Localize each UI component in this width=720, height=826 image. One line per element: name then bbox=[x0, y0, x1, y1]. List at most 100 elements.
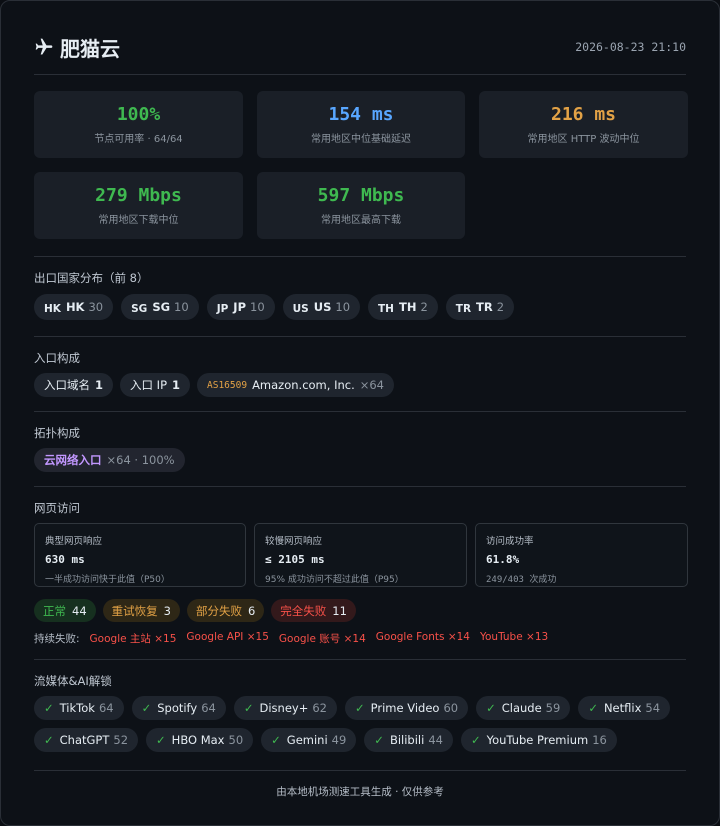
service-count: 54 bbox=[645, 701, 661, 715]
service-chip-youtube-premium: ✓ YouTube Premium 16 bbox=[460, 728, 617, 752]
web-title: 网页访问 bbox=[34, 501, 80, 515]
country-code: SG bbox=[152, 300, 171, 314]
country-chip-us: US US 10 bbox=[282, 294, 361, 320]
entry-ip-chip: 入口 IP 1 bbox=[120, 373, 191, 397]
divider bbox=[34, 411, 686, 412]
metric-value: 61.8% bbox=[486, 553, 520, 566]
check-icon: ✓ bbox=[374, 733, 384, 747]
persistent-failures-label: 持续失败: bbox=[34, 633, 80, 645]
topology-chip: 云网络入口 ×64 · 100% bbox=[34, 448, 185, 472]
failure-item: Google Fonts ×14 bbox=[375, 631, 470, 643]
status-partial: 部分失败 6 bbox=[186, 599, 265, 622]
divider bbox=[34, 770, 686, 771]
stat-value: 154 ms bbox=[328, 104, 394, 125]
status-failed: 完全失败 11 bbox=[271, 599, 356, 622]
asn-name: Amazon.com, Inc. bbox=[252, 378, 355, 392]
service-count: 44 bbox=[428, 733, 443, 747]
stat-label: 常用地区最高下载 bbox=[321, 215, 401, 226]
airplane-icon bbox=[35, 38, 53, 55]
status-label: 部分失败 bbox=[195, 603, 242, 618]
page-title: 肥猫云 bbox=[34, 33, 120, 62]
service-count: 60 bbox=[443, 701, 459, 715]
service-name: Disney+ bbox=[259, 701, 309, 715]
streaming-title: 流媒体&AI解锁 bbox=[34, 674, 112, 688]
entry-domain-label: 入口域名 bbox=[44, 378, 90, 392]
entry-ip-count: 1 bbox=[172, 378, 181, 392]
metric-key: 较慢网页响应 bbox=[265, 536, 323, 547]
metric-key: 典型网页响应 bbox=[45, 536, 103, 547]
service-name: Spotify bbox=[157, 701, 198, 715]
streaming-row-2: ✓ ChatGPT 52 ✓ HBO Max 50 ✓ Gemini 49 ✓ Bilibil… bbox=[34, 728, 686, 752]
persistent-failures: 持续失败: Google 主站 ×15 Google API ×15 Googl… bbox=[34, 631, 686, 646]
stat-http-jitter: 216 ms 常用地区 HTTP 波动中位 bbox=[479, 91, 688, 158]
service-chip-tiktok: ✓ TikTok 64 bbox=[34, 696, 124, 720]
service-chip-netflix: ✓ Netflix 54 bbox=[578, 696, 671, 720]
country-chip-hk: HK HK 30 bbox=[34, 294, 114, 320]
check-icon: ✓ bbox=[355, 701, 365, 715]
timestamp: 2026-08-23 21:10 bbox=[575, 40, 686, 54]
topology-label: 云网络入口 bbox=[44, 453, 102, 467]
stat-value: 216 ms bbox=[550, 104, 617, 125]
country-count: 2 bbox=[496, 300, 505, 314]
stat-label: 节点可用率 · 64/64 bbox=[94, 134, 183, 145]
service-name: Netflix bbox=[603, 701, 642, 715]
service-chip-prime-video: ✓ Prime Video 60 bbox=[345, 696, 469, 720]
service-chip-chatgpt: ✓ ChatGPT 52 bbox=[34, 728, 139, 752]
country-chip-sg: SG SG 10 bbox=[121, 294, 199, 320]
status-retry: 重试恢复 3 bbox=[102, 599, 180, 622]
country-code: US bbox=[313, 300, 332, 314]
country-code: HK bbox=[65, 300, 85, 314]
service-count: 52 bbox=[113, 733, 129, 747]
check-icon: ✓ bbox=[470, 733, 481, 747]
service-name: TikTok bbox=[59, 701, 95, 715]
metric-p50: 典型网页响应 630 ms 一半成功访问快于此值（P50） bbox=[34, 523, 246, 587]
divider bbox=[34, 74, 686, 75]
entry-title: 入口构成 bbox=[34, 351, 80, 365]
metric-note: 249/403 次成功 bbox=[486, 575, 557, 585]
stat-value: 597 Mbps bbox=[317, 185, 405, 206]
flag-us-icon: US bbox=[292, 302, 309, 315]
web-metric-boxes: 典型网页响应 630 ms 一半成功访问快于此值（P50） 较慢网页响应 ≤ 2… bbox=[34, 523, 688, 587]
header: 肥猫云 2026-08-23 21:10 bbox=[34, 31, 686, 63]
service-count: 50 bbox=[228, 733, 244, 747]
asn-count: ×64 bbox=[359, 378, 385, 392]
topology-detail: ×64 · 100% bbox=[106, 453, 175, 467]
service-chip-bilibili: ✓ Bilibili 44 bbox=[364, 728, 453, 752]
stat-download-max: 597 Mbps 常用地区最高下载 bbox=[257, 172, 465, 239]
status-label: 正常 bbox=[43, 603, 66, 618]
service-chip-disney: ✓ Disney+ 62 bbox=[233, 696, 337, 720]
service-name: HBO Max bbox=[171, 733, 225, 747]
countries-title: 出口国家分布（前 8） bbox=[34, 271, 149, 285]
status-normal: 正常 44 bbox=[34, 599, 96, 622]
entry-domain-count: 1 bbox=[95, 378, 104, 392]
stat-label: 常用地区下载中位 bbox=[98, 215, 179, 226]
service-chip-hbo-max: ✓ HBO Max 50 bbox=[146, 728, 254, 752]
service-chip-gemini: ✓ Gemini 49 bbox=[261, 728, 357, 752]
metric-success-rate: 访问成功率 61.8% 249/403 次成功 bbox=[475, 523, 688, 587]
service-count: 16 bbox=[592, 733, 607, 747]
service-count: 64 bbox=[201, 701, 216, 715]
country-count: 2 bbox=[420, 300, 428, 314]
stat-value: 279 Mbps bbox=[95, 185, 182, 206]
country-chip-th: TH TH 2 bbox=[368, 294, 438, 320]
check-icon: ✓ bbox=[486, 701, 496, 715]
service-count: 59 bbox=[545, 701, 561, 715]
entry-chips: 入口域名 1 入口 IP 1 AS16509 Amazon.com, Inc. ×64 bbox=[34, 373, 686, 397]
flag-sg-icon: SG bbox=[131, 302, 148, 315]
stat-download-median: 279 Mbps 常用地区下载中位 bbox=[34, 172, 243, 239]
divider bbox=[34, 256, 686, 257]
divider bbox=[34, 486, 686, 487]
service-count: 49 bbox=[331, 733, 347, 747]
service-name: Claude bbox=[501, 701, 542, 715]
service-count: 64 bbox=[98, 701, 114, 715]
metric-value: ≤ 2105 ms bbox=[265, 553, 325, 566]
country-chip-tr: TR TR 2 bbox=[445, 294, 515, 320]
check-icon: ✓ bbox=[588, 701, 598, 715]
status-count: 44 bbox=[72, 603, 87, 618]
metric-value: 630 ms bbox=[45, 553, 85, 566]
status-label: 完全失败 bbox=[280, 603, 327, 618]
stat-label: 常用地区中位基础延迟 bbox=[311, 134, 411, 145]
stat-value: 100% bbox=[116, 104, 161, 125]
metric-p95: 较慢网页响应 ≤ 2105 ms 95% 成功访问不超过此值（P95） bbox=[254, 523, 467, 587]
check-icon: ✓ bbox=[44, 701, 54, 715]
